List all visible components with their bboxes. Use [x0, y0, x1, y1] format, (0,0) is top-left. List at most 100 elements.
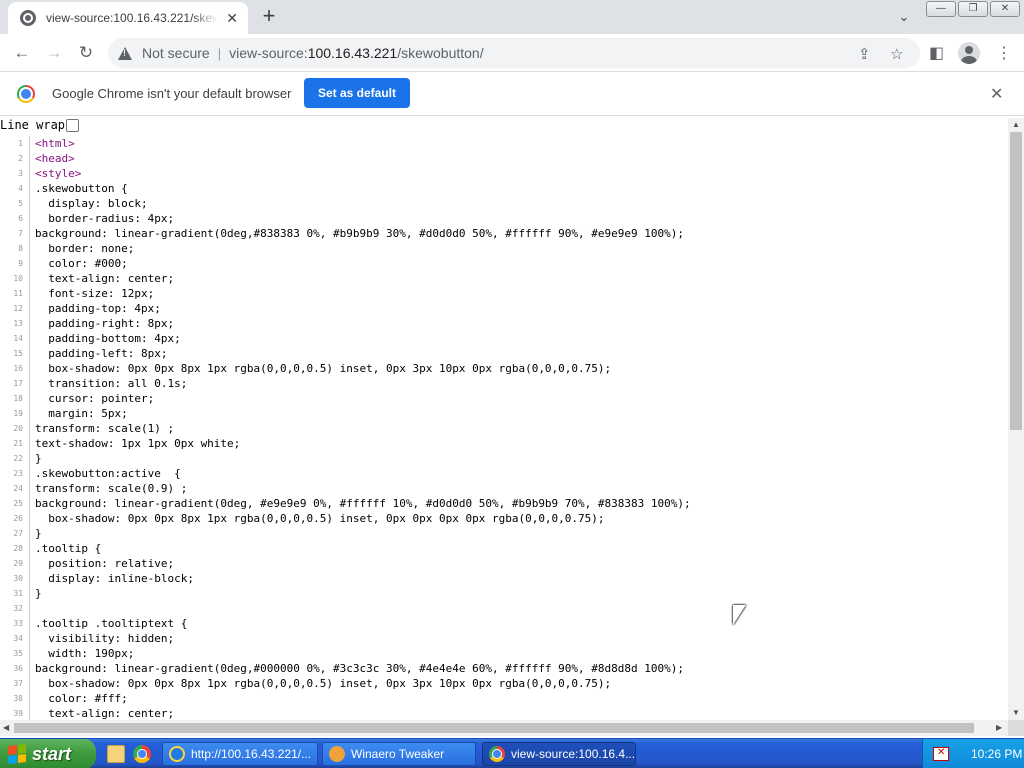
line-number: 3: [0, 166, 30, 181]
line-number: 15: [0, 346, 30, 361]
restore-button[interactable]: ❐: [958, 1, 988, 17]
source-line: 12 padding-top: 4px;: [0, 301, 1008, 316]
line-number: 13: [0, 316, 30, 331]
security-label[interactable]: Not secure: [142, 45, 210, 61]
source-line: 38 color: #fff;: [0, 691, 1008, 706]
chrome-logo-icon: [17, 85, 35, 103]
globe-icon: [20, 10, 36, 26]
line-text: border: none;: [35, 242, 135, 255]
line-text: .tooltip {: [35, 542, 102, 555]
horizontal-scrollbar[interactable]: ◀ ▶: [0, 720, 1008, 736]
source-line: 5 display: block;: [0, 196, 1008, 211]
line-number: 29: [0, 556, 30, 571]
source-line: 4 .skewobutton {: [0, 181, 1008, 196]
reload-icon[interactable]: ↻: [75, 42, 97, 64]
line-number: 5: [0, 196, 30, 211]
start-button[interactable]: start: [0, 739, 96, 768]
windows-logo-icon: [8, 744, 26, 764]
source-code-view[interactable]: 1 <html> 2 <head> 3 <style> 4 .skewobutton {5 d…: [0, 136, 1008, 720]
profile-avatar[interactable]: [958, 42, 980, 64]
minimize-button[interactable]: —: [926, 1, 956, 17]
winaero-icon: [329, 746, 345, 762]
bookmark-star-icon[interactable]: ☆: [890, 45, 903, 63]
line-text: display: inline-block;: [35, 572, 194, 585]
line-text: margin: 5px;: [35, 407, 128, 420]
line-text: border-radius: 4px;: [35, 212, 175, 225]
line-text: background: linear-gradient(0deg, #e9e9e…: [35, 497, 691, 510]
set-as-default-button[interactable]: Set as default: [304, 78, 410, 108]
vertical-scrollbar[interactable]: ▲ ▼: [1008, 118, 1024, 720]
line-text: box-shadow: 0px 0px 8px 1px rgba(0,0,0,0…: [35, 512, 605, 525]
address-bar[interactable]: Not secure | view-source:100.16.43.221/s…: [108, 38, 920, 68]
line-text: }: [35, 527, 42, 540]
line-text: <head>: [35, 152, 75, 165]
line-number: 21: [0, 436, 30, 451]
source-line: 29 position: relative;: [0, 556, 1008, 571]
line-text: box-shadow: 0px 0px 8px 1px rgba(0,0,0,0…: [35, 362, 612, 375]
source-line: 10 text-align: center;: [0, 271, 1008, 286]
line-number: 27: [0, 526, 30, 541]
source-line: 20 transform: scale(1) ;: [0, 421, 1008, 436]
folder-icon[interactable]: [107, 745, 125, 763]
line-number: 22: [0, 451, 30, 466]
horizontal-scroll-thumb[interactable]: [14, 723, 974, 733]
line-text: background: linear-gradient(0deg,#000000…: [35, 662, 685, 675]
action-center-flag-icon[interactable]: [933, 747, 949, 761]
tab-search-icon[interactable]: ⌄: [896, 9, 912, 25]
line-text: .skewobutton:active {: [35, 467, 181, 480]
source-line: 15 padding-left: 8px;: [0, 346, 1008, 361]
tab-close-icon[interactable]: ✕: [224, 10, 240, 27]
line-number: 33: [0, 616, 30, 631]
line-wrap-checkbox[interactable]: [66, 118, 80, 132]
source-line: 2 <head>: [0, 151, 1008, 166]
source-line: 24 transform: scale(0.9) ;: [0, 481, 1008, 496]
line-number: 1: [0, 136, 30, 151]
clock[interactable]: 10:26 PM: [971, 747, 1022, 761]
line-number: 28: [0, 541, 30, 556]
mouse-pointer-icon: [733, 605, 746, 625]
browser-tab[interactable]: view-source:100.16.43.221/skewobutton/ ✕: [8, 2, 248, 34]
line-number: 12: [0, 301, 30, 316]
side-panel-icon[interactable]: ◧: [929, 43, 944, 63]
scroll-right-icon[interactable]: ▶: [996, 723, 1002, 732]
url-path: /skewobutton/: [397, 45, 484, 61]
window-controls: — ❐ ✕: [926, 1, 1020, 17]
system-tray: 10:26 PM: [922, 739, 1024, 768]
new-tab-button[interactable]: +: [258, 5, 280, 28]
line-number: 38: [0, 691, 30, 706]
line-text: color: #000;: [35, 257, 128, 270]
close-window-button[interactable]: ✕: [990, 1, 1020, 17]
back-icon[interactable]: ←: [11, 42, 33, 64]
source-line: 23 .skewobutton:active {: [0, 466, 1008, 481]
taskbar-item-chrome[interactable]: view-source:100.16.4...: [482, 742, 636, 766]
url-text[interactable]: view-source:100.16.43.221/skewobutton/: [229, 45, 484, 61]
line-number: 11: [0, 286, 30, 301]
forward-icon[interactable]: →: [43, 42, 65, 64]
line-text: <html>: [35, 137, 75, 150]
line-number: 6: [0, 211, 30, 226]
taskbar-item-winaero[interactable]: Winaero Tweaker: [322, 742, 476, 766]
taskbar-item-label: http://100.16.43.221/...: [191, 747, 312, 761]
line-number: 7: [0, 226, 30, 241]
line-text: .tooltip .tooltiptext {: [35, 617, 188, 630]
source-line: 34 visibility: hidden;: [0, 631, 1008, 646]
warning-icon[interactable]: [118, 46, 132, 60]
source-line: 37 box-shadow: 0px 0px 8px 1px rgba(0,0,…: [0, 676, 1008, 691]
scroll-down-icon[interactable]: ▼: [1012, 708, 1020, 717]
taskbar-item-ie[interactable]: http://100.16.43.221/...: [162, 742, 318, 766]
taskbar-item-label: Winaero Tweaker: [351, 747, 445, 761]
line-text: [30, 601, 35, 616]
line-text: font-size: 12px;: [35, 287, 155, 300]
chrome-quicklaunch-icon[interactable]: [133, 745, 151, 763]
share-icon[interactable]: ⇪: [858, 45, 871, 63]
line-text: .skewobutton {: [35, 182, 128, 195]
vertical-scroll-thumb[interactable]: [1010, 132, 1022, 430]
line-text: text-shadow: 1px 1px 0px white;: [35, 437, 241, 450]
line-text: text-align: center;: [35, 707, 175, 720]
menu-icon[interactable]: ⋮: [996, 43, 1012, 63]
scroll-left-icon[interactable]: ◀: [3, 723, 9, 732]
line-text: transition: all 0.1s;: [35, 377, 188, 390]
source-line: 25 background: linear-gradient(0deg, #e9e…: [0, 496, 1008, 511]
infobar-close-icon[interactable]: ✕: [990, 84, 1003, 104]
scroll-up-icon[interactable]: ▲: [1012, 120, 1020, 129]
